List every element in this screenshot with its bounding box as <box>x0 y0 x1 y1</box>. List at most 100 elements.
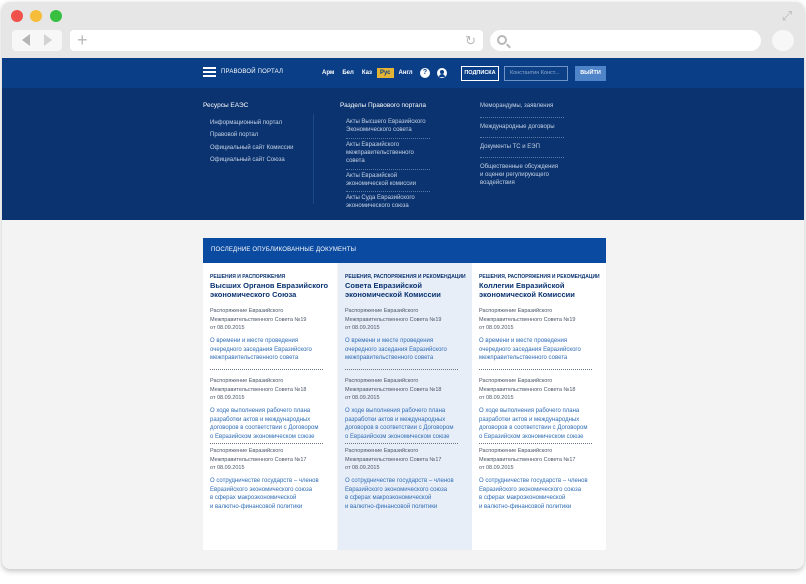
other-link-public-discussions[interactable]: Общественные обсуждения и оценки регулир… <box>480 163 558 187</box>
entry-separator <box>345 369 458 370</box>
menu-separator <box>346 191 430 192</box>
menu-divider <box>313 114 314 204</box>
reload-icon[interactable]: ↻ <box>465 30 476 51</box>
document-entry[interactable]: Распоряжение Евразийского Межправительст… <box>345 447 465 511</box>
document-description[interactable]: О времени и месте проведения очередного … <box>210 337 330 363</box>
column-title[interactable]: Высших Органов Евразийского экономическо… <box>210 281 332 299</box>
browser-window: ⤢ + ↻ ПРАВОВОЙ ПОРТАЛ Арм Бел Каз Рус Ан… <box>2 2 804 569</box>
document-name[interactable]: Распоряжение Евразийского Межправительст… <box>345 447 465 464</box>
lang-eng[interactable]: Англ <box>396 68 416 78</box>
document-date: от 08.09.2015 <box>345 325 380 331</box>
document-description[interactable]: О времени и месте проведения очередного … <box>345 337 465 363</box>
column-category: РЕШЕНИЯ, РАСПОРЯЖЕНИЯ И РЕКОМЕНДАЦИИ <box>479 274 600 280</box>
document-description[interactable]: О ходе выполнения рабочего плана разрабо… <box>345 407 465 441</box>
close-window-button[interactable] <box>11 10 23 22</box>
login-field[interactable]: Константин Конст... <box>504 66 568 81</box>
document-name[interactable]: Распоряжение Евразийского Межправительст… <box>479 447 599 464</box>
document-name[interactable]: Распоряжение Евразийского Межправительст… <box>210 447 330 464</box>
latest-documents-title: ПОСЛЕДНИЕ ОПУБЛИКОВАННЫЕ ДОКУМЕНТЫ <box>211 247 357 253</box>
entry-separator <box>210 443 323 444</box>
section-link-court[interactable]: Акты Суда Евразийского экономического со… <box>346 194 415 210</box>
resource-link-commission-site[interactable]: Официальный сайт Комиссии <box>210 144 293 152</box>
document-description[interactable]: О сотрудничестве государств – членов Евр… <box>210 477 330 511</box>
other-link-ts-eep[interactable]: Документы ТС и ЕЭП <box>480 143 540 151</box>
entry-separator <box>210 369 323 370</box>
document-entry[interactable]: Распоряжение Евразийского Межправительст… <box>345 307 465 363</box>
document-date: от 08.09.2015 <box>479 395 514 401</box>
menu-separator <box>480 137 564 138</box>
section-link-supreme-council[interactable]: Акты Высшего Евразийского Экономического… <box>346 118 426 134</box>
document-name[interactable]: Распоряжение Евразийского Межправительст… <box>345 377 465 394</box>
logout-button[interactable]: ВЫЙТИ <box>575 66 606 81</box>
document-date: от 08.09.2015 <box>345 465 380 471</box>
lang-rus[interactable]: Рус <box>376 68 394 78</box>
latest-documents-header: ПОСЛЕДНИЕ ОПУБЛИКОВАННЫЕ ДОКУМЕНТЫ <box>203 238 606 263</box>
user-icon[interactable] <box>437 68 447 78</box>
forward-arrow-icon[interactable] <box>44 34 52 46</box>
document-entry[interactable]: Распоряжение Евразийского Межправительст… <box>479 447 599 511</box>
column-title[interactable]: Коллегии Евразийской экономической Комис… <box>479 281 601 299</box>
document-description[interactable]: О сотрудничестве государств – членов Евр… <box>479 477 599 511</box>
documents-column-council: РЕШЕНИЯ, РАСПОРЯЖЕНИЯ И РЕКОМЕНДАЦИИ Сов… <box>338 263 472 550</box>
entry-separator <box>479 443 592 444</box>
document-entry[interactable]: Распоряжение Евразийского Межправительст… <box>479 377 599 441</box>
subscribe-button[interactable]: ПОДПИСКА <box>461 66 499 81</box>
language-switcher: Арм Бел Каз Рус Англ <box>319 68 416 78</box>
documents-column-supreme: РЕШЕНИЯ И РАСПОРЯЖЕНИЯ Высших Органов Ев… <box>203 263 337 550</box>
column-title[interactable]: Совета Евразийской экономической Комисси… <box>345 281 467 299</box>
browser-toolbar: ⤢ + ↻ <box>2 2 804 58</box>
search-icon <box>497 35 507 45</box>
lang-arm[interactable]: Арм <box>319 68 337 78</box>
plus-icon[interactable]: + <box>77 30 88 51</box>
menu-separator <box>346 169 430 170</box>
document-entry[interactable]: Распоряжение Евразийского Межправительст… <box>345 377 465 441</box>
zoom-window-button[interactable] <box>50 10 62 22</box>
document-date: от 08.09.2015 <box>210 325 245 331</box>
other-link-treaties[interactable]: Международные договоры <box>480 123 555 131</box>
address-bar[interactable]: + ↻ <box>70 30 483 51</box>
resource-link-union-site[interactable]: Официальный сайт Союза <box>210 156 285 164</box>
resource-link-info-portal[interactable]: Информационный портал <box>210 119 282 127</box>
site-header: ПРАВОВОЙ ПОРТАЛ Арм Бел Каз Рус Англ ? П… <box>2 58 804 88</box>
menu-separator <box>480 117 564 118</box>
document-name[interactable]: Распоряжение Евразийского Межправительст… <box>210 307 330 324</box>
document-entry[interactable]: Распоряжение Евразийского Межправительст… <box>210 377 330 441</box>
help-icon[interactable]: ? <box>420 68 430 78</box>
section-link-commission[interactable]: Акты Евразийской экономической комиссии <box>346 172 416 188</box>
resources-title: Ресурсы ЕАЭС <box>203 102 249 109</box>
column-category: РЕШЕНИЯ, РАСПОРЯЖЕНИЯ И РЕКОМЕНДАЦИИ <box>345 274 466 280</box>
hamburger-icon[interactable] <box>203 67 216 78</box>
document-description[interactable]: О ходе выполнения рабочего плана разрабо… <box>210 407 330 441</box>
browser-search-field[interactable] <box>490 30 761 51</box>
profile-icon[interactable] <box>772 30 794 51</box>
sections-title: Разделы Правового портала <box>340 102 427 109</box>
document-description[interactable]: О времени и месте проведения очередного … <box>479 337 599 363</box>
minimize-window-button[interactable] <box>30 10 42 22</box>
document-name[interactable]: Распоряжение Евразийского Межправительст… <box>479 307 599 324</box>
mega-menu: Ресурсы ЕАЭС Информационный портал Право… <box>2 88 804 220</box>
entry-separator <box>479 369 592 370</box>
other-link-memoranda[interactable]: Меморандумы, заявления <box>480 102 553 110</box>
document-name[interactable]: Распоряжение Евразийского Межправительст… <box>479 377 599 394</box>
expand-icon[interactable]: ⤢ <box>780 9 794 23</box>
document-name[interactable]: Распоряжение Евразийского Межправительст… <box>210 377 330 394</box>
back-arrow-icon[interactable] <box>22 34 30 46</box>
history-nav <box>12 30 62 51</box>
document-entry[interactable]: Распоряжение Евразийского Межправительст… <box>479 307 599 363</box>
menu-separator <box>346 138 430 139</box>
column-category: РЕШЕНИЯ И РАСПОРЯЖЕНИЯ <box>210 274 286 280</box>
document-entry[interactable]: Распоряжение Евразийского Межправительст… <box>210 307 330 363</box>
portal-title[interactable]: ПРАВОВОЙ ПОРТАЛ <box>221 69 283 75</box>
lang-bel[interactable]: Бел <box>339 68 356 78</box>
document-name[interactable]: Распоряжение Евразийского Межправительст… <box>345 307 465 324</box>
lang-kaz[interactable]: Каз <box>359 68 375 78</box>
document-date: от 08.09.2015 <box>210 395 245 401</box>
documents-column-board: РЕШЕНИЯ, РАСПОРЯЖЕНИЯ И РЕКОМЕНДАЦИИ Кол… <box>472 263 606 550</box>
resource-link-legal-portal[interactable]: Правовой портал <box>210 131 258 139</box>
section-link-intergov-council[interactable]: Акты Евразийского межправительственного … <box>346 141 414 165</box>
document-date: от 08.09.2015 <box>210 465 245 471</box>
document-description[interactable]: О ходе выполнения рабочего плана разрабо… <box>479 407 599 441</box>
document-description[interactable]: О сотрудничестве государств – членов Евр… <box>345 477 465 511</box>
document-entry[interactable]: Распоряжение Евразийского Межправительст… <box>210 447 330 511</box>
document-date: от 08.09.2015 <box>479 325 514 331</box>
